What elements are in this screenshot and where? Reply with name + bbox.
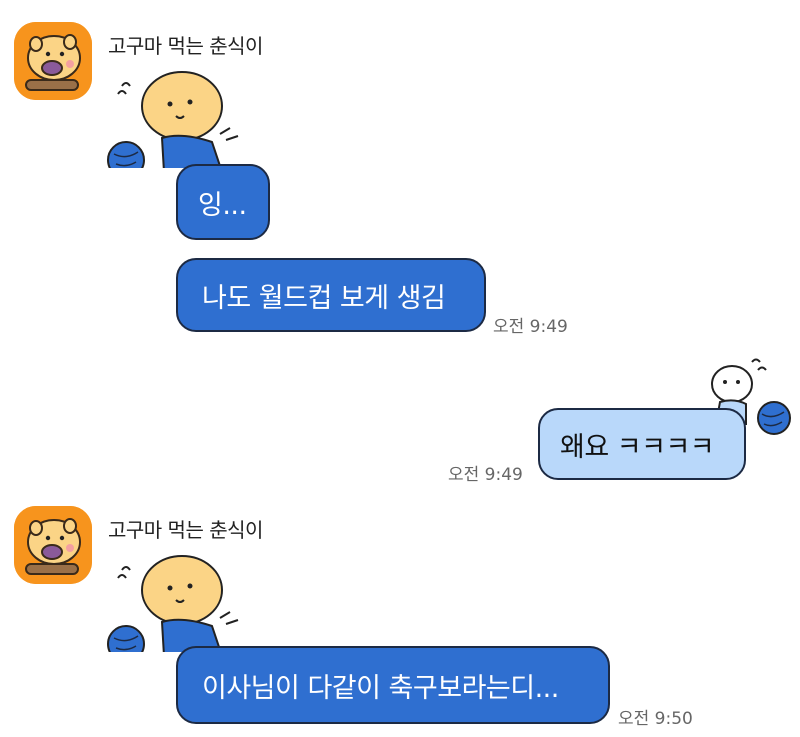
sender-avatar[interactable] [14,22,92,100]
message-text: 잉... [198,189,247,221]
message-text: 왜요 ㅋㅋㅋㅋ [560,431,715,463]
message-timestamp: 오전 9:50 [618,709,693,729]
choonsik-avatar-icon [14,506,92,584]
sender-name: 고구마 먹는 춘식이 [108,518,263,542]
message-bubble[interactable]: 나도 월드컵 보게 생김 [176,258,486,332]
message-timestamp: 오전 9:49 [448,465,523,485]
choonsik-knitting-sticker-icon [107,71,239,168]
message-bubble[interactable]: 왜요 ㅋㅋㅋㅋ [538,408,746,480]
choonsik-avatar-icon [14,22,92,100]
message-bubble[interactable]: 이사님이 다같이 축구보라는디... [176,646,610,724]
message-bubble[interactable]: 잉... [176,164,270,240]
sender-name: 고구마 먹는 춘식이 [108,34,263,58]
choonsik-knitting-sticker-icon [107,555,239,652]
message-text: 나도 월드컵 보게 생김 [202,282,446,314]
message-text: 이사님이 다같이 축구보라는디... [202,672,559,704]
message-timestamp: 오전 9:49 [493,317,568,337]
sender-avatar[interactable] [14,506,92,584]
